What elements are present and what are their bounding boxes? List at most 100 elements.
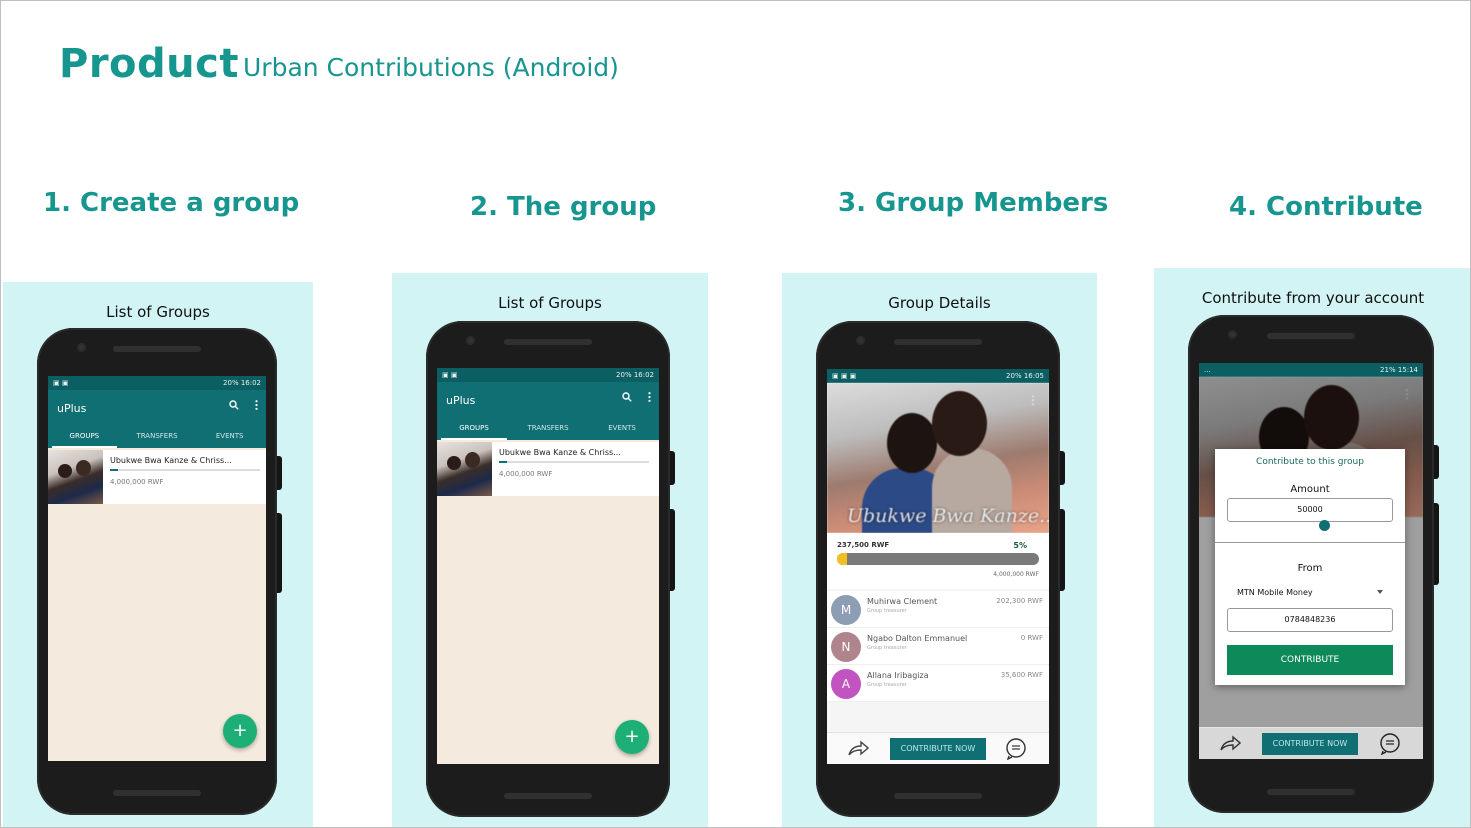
divider	[1215, 542, 1405, 543]
phone-screen: ... 21% 15:14 ⋮ CONTRIBUTE NOW Contribut…	[1199, 363, 1423, 759]
panel-the-group: List of Groups ▣ ▣ 20% 16:02 uPlus GROUP…	[392, 273, 708, 827]
list-item[interactable]: M Muhirwa Clement Group treasurer 202,30…	[827, 591, 1049, 628]
phone-frame: ▣ ▣ 20% 16:02 uPlus GROUPS TRANSFERS EVE…	[37, 328, 282, 815]
contribute-now-button[interactable]: CONTRIBUTE NOW	[890, 738, 986, 760]
search-icon[interactable]	[229, 400, 239, 410]
group-card[interactable]: Ubukwe Bwa Kanze & Chriss... 4,000,000 R…	[48, 450, 266, 504]
tab-groups[interactable]: GROUPS	[48, 426, 121, 448]
member-amount: 202,300 RWF	[996, 597, 1043, 605]
more-vert-icon[interactable]	[648, 392, 651, 402]
volume-button	[277, 513, 282, 593]
panel-caption: Contribute from your account	[1201, 289, 1425, 307]
member-amount: 35,600 RWF	[1000, 671, 1043, 679]
list-item[interactable]: A Allana Iribagiza Group treasurer 35,60…	[827, 665, 1049, 702]
goal-progress-bar	[837, 553, 1039, 565]
status-icons-left: ▣ ▣	[442, 371, 458, 379]
status-icons-left: ...	[1204, 366, 1211, 374]
list-item[interactable]: N Ngabo Dalton Emmanuel Group treasurer …	[827, 628, 1049, 665]
group-progress-bar	[499, 461, 649, 463]
group-name-overlay: Ubukwe Bwa Kanze...	[847, 505, 1049, 527]
power-button	[1060, 451, 1065, 485]
front-camera	[77, 343, 86, 352]
app-name: uPlus	[446, 393, 476, 407]
more-vert-icon[interactable]: ⋮	[1027, 393, 1039, 407]
member-role: Group treasurer	[867, 645, 907, 651]
bottom-action-bar: CONTRIBUTE NOW	[1199, 727, 1423, 759]
share-icon[interactable]	[847, 739, 870, 761]
bottom-action-bar: CONTRIBUTE NOW	[827, 732, 1049, 764]
group-amount: 4,000,000 RWF	[110, 478, 164, 486]
phone-number-input[interactable]: 0784848236	[1227, 608, 1393, 632]
phone-frame: ▣ ▣ ▣ 20% 16:05 ⋮ Ubukwe Bwa Kanze... 23…	[816, 321, 1065, 817]
contribution-summary: 237,500 RWF 5% 4,000,000 RWF	[827, 533, 1049, 589]
contribute-dialog: Contribute to this group Amount 50000 Fr…	[1215, 449, 1405, 685]
status-bar: ... 21% 15:14	[1199, 363, 1423, 377]
step-title-3: 3. Group Members	[838, 188, 1109, 218]
volume-button	[1060, 509, 1065, 591]
app-bar: uPlus	[437, 382, 659, 418]
amount-input[interactable]: 50000	[1227, 498, 1393, 522]
front-camera	[466, 336, 475, 345]
chat-icon[interactable]	[1005, 738, 1027, 764]
more-vert-icon[interactable]	[255, 400, 258, 410]
tab-transfers[interactable]: TRANSFERS	[121, 426, 194, 448]
group-photo	[437, 442, 492, 496]
status-icons-left: ▣ ▣ ▣	[832, 372, 857, 380]
status-text: 20% 16:05	[1006, 372, 1044, 380]
tab-events[interactable]: EVENTS	[193, 426, 266, 448]
bottom-speaker	[894, 793, 982, 799]
tab-events[interactable]: EVENTS	[585, 418, 659, 440]
avatar: M	[831, 595, 861, 625]
front-camera	[856, 336, 865, 345]
panel-create-group: List of Groups ▣ ▣ 20% 16:02 uPlus GROUP…	[3, 282, 313, 827]
group-amount: 4,000,000 RWF	[499, 470, 553, 478]
member-list: M Muhirwa Clement Group treasurer 202,30…	[827, 591, 1049, 702]
member-name: Ngabo Dalton Emmanuel	[867, 634, 968, 643]
add-group-button[interactable]: +	[615, 720, 649, 754]
contribute-now-button[interactable]: CONTRIBUTE NOW	[1262, 733, 1358, 755]
app-name: uPlus	[57, 401, 87, 415]
add-group-button[interactable]: +	[223, 714, 257, 748]
tab-transfers[interactable]: TRANSFERS	[511, 418, 585, 440]
tab-bar: GROUPS TRANSFERS EVENTS	[437, 418, 659, 440]
panel-caption: Group Details	[888, 294, 991, 312]
group-card[interactable]: Ubukwe Bwa Kanze & Chriss... 4,000,000 R…	[437, 442, 659, 496]
from-label: From	[1297, 563, 1323, 574]
avatar: A	[831, 669, 861, 699]
dialog-title: Contribute to this group	[1256, 457, 1364, 467]
member-role: Group treasurer	[867, 682, 907, 688]
phone-screen: ▣ ▣ ▣ 20% 16:05 ⋮ Ubukwe Bwa Kanze... 23…	[827, 369, 1049, 764]
dropdown-arrow-icon	[1377, 590, 1383, 594]
earpiece-speaker	[504, 339, 592, 345]
app-bar: uPlus	[48, 390, 266, 426]
payment-method-value: MTN Mobile Money	[1237, 588, 1313, 597]
contribute-button[interactable]: CONTRIBUTE	[1227, 645, 1393, 675]
amount-label: Amount	[1290, 484, 1330, 495]
page-title: Product	[59, 41, 239, 87]
tab-bar: GROUPS TRANSFERS EVENTS	[48, 426, 266, 448]
member-name: Muhirwa Clement	[867, 597, 938, 606]
chat-icon[interactable]	[1379, 733, 1401, 759]
tab-groups[interactable]: GROUPS	[437, 418, 511, 440]
text-cursor-handle[interactable]	[1319, 520, 1330, 531]
avatar: N	[831, 632, 861, 662]
status-bar: ▣ ▣ 20% 16:02	[437, 368, 659, 382]
goal-amount: 4,000,000 RWF	[993, 571, 1039, 578]
raised-percent: 5%	[1013, 541, 1027, 550]
step-title-4: 4. Contribute	[1229, 192, 1423, 222]
group-progress-bar	[110, 469, 260, 471]
volume-button	[670, 509, 675, 591]
member-role: Group treasurer	[867, 608, 907, 614]
search-icon[interactable]	[622, 392, 632, 402]
status-bar: ▣ ▣ 20% 16:02	[48, 376, 266, 390]
share-icon[interactable]	[1219, 734, 1242, 756]
group-name: Ubukwe Bwa Kanze & Chriss...	[110, 456, 232, 465]
bottom-speaker	[1267, 789, 1355, 795]
member-name: Allana Iribagiza	[867, 671, 929, 680]
volume-button	[1434, 503, 1439, 585]
panel-group-members: Group Details ▣ ▣ ▣ 20% 16:05 ⋮ Ubukwe B…	[782, 273, 1097, 827]
payment-method-select[interactable]: MTN Mobile Money	[1237, 588, 1383, 597]
step-title-2: 2. The group	[470, 192, 657, 222]
earpiece-speaker	[113, 346, 201, 352]
bottom-speaker	[504, 793, 592, 799]
